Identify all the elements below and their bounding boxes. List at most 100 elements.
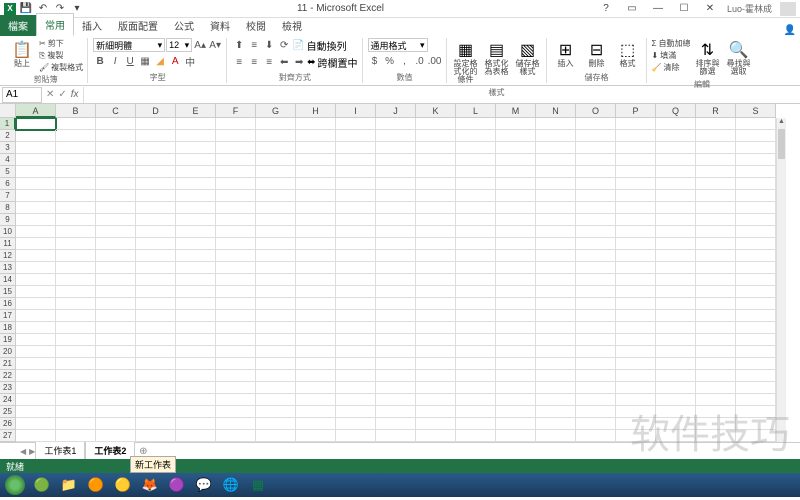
fill-color-button[interactable]: ◢ xyxy=(153,54,167,68)
cell[interactable] xyxy=(656,382,696,394)
cell[interactable] xyxy=(536,262,576,274)
cell[interactable] xyxy=(616,226,656,238)
cell[interactable] xyxy=(416,334,456,346)
currency-button[interactable]: $ xyxy=(368,54,382,68)
cell[interactable] xyxy=(576,274,616,286)
autosum-button[interactable]: Σ 自動加總 xyxy=(652,38,691,49)
fx-icon[interactable]: fx xyxy=(71,89,79,100)
cell[interactable] xyxy=(576,226,616,238)
cell[interactable] xyxy=(656,166,696,178)
cell[interactable] xyxy=(16,310,56,322)
cell[interactable] xyxy=(336,262,376,274)
wrap-text-button[interactable]: 📄 自動換列 xyxy=(292,38,346,53)
column-header[interactable]: B xyxy=(56,104,96,118)
cell[interactable] xyxy=(16,334,56,346)
cell[interactable] xyxy=(56,298,96,310)
cell[interactable] xyxy=(576,418,616,430)
cell[interactable] xyxy=(616,346,656,358)
cell[interactable] xyxy=(656,430,696,442)
cell[interactable] xyxy=(576,154,616,166)
format-painter-button[interactable]: 🖌 複製格式 xyxy=(39,62,83,73)
column-header[interactable]: C xyxy=(96,104,136,118)
cell[interactable] xyxy=(376,190,416,202)
cell[interactable] xyxy=(56,394,96,406)
cell[interactable] xyxy=(696,238,736,250)
align-bottom-button[interactable]: ⬇ xyxy=(262,38,276,52)
cell[interactable] xyxy=(576,358,616,370)
insert-cells-button[interactable]: ⊞插入 xyxy=(552,38,580,70)
row-header[interactable]: 17 xyxy=(0,310,16,322)
enter-icon[interactable]: ✓ xyxy=(58,89,66,100)
cell[interactable] xyxy=(56,118,96,130)
cell[interactable] xyxy=(576,142,616,154)
cell[interactable] xyxy=(136,334,176,346)
underline-button[interactable]: U xyxy=(123,54,137,68)
cell[interactable] xyxy=(56,334,96,346)
cell[interactable] xyxy=(256,262,296,274)
cell[interactable] xyxy=(656,250,696,262)
cell[interactable] xyxy=(296,250,336,262)
cell[interactable] xyxy=(96,310,136,322)
cell[interactable] xyxy=(256,130,296,142)
sheet-nav-prev[interactable]: ◀ xyxy=(20,447,26,456)
cell[interactable] xyxy=(456,142,496,154)
cell[interactable] xyxy=(96,202,136,214)
cell[interactable] xyxy=(136,178,176,190)
taskbar-explorer[interactable]: 📁 xyxy=(56,475,82,495)
cell[interactable] xyxy=(216,190,256,202)
orientation-button[interactable]: ⟳ xyxy=(277,38,291,52)
cell[interactable] xyxy=(376,166,416,178)
cell[interactable] xyxy=(616,430,656,442)
column-header[interactable]: E xyxy=(176,104,216,118)
cell[interactable] xyxy=(496,118,536,130)
cell[interactable] xyxy=(296,358,336,370)
cell[interactable] xyxy=(136,118,176,130)
row-header[interactable]: 23 xyxy=(0,382,16,394)
cell[interactable] xyxy=(656,310,696,322)
border-button[interactable]: ▦ xyxy=(138,54,152,68)
row-header[interactable]: 3 xyxy=(0,142,16,154)
cell[interactable] xyxy=(736,274,776,286)
cell[interactable] xyxy=(656,262,696,274)
cell[interactable] xyxy=(256,394,296,406)
select-all-corner[interactable] xyxy=(0,104,16,118)
cell[interactable] xyxy=(376,118,416,130)
cell[interactable] xyxy=(656,202,696,214)
row-header[interactable]: 22 xyxy=(0,370,16,382)
cell[interactable] xyxy=(616,166,656,178)
cell[interactable] xyxy=(376,430,416,442)
cell[interactable] xyxy=(256,358,296,370)
taskbar-app-2[interactable]: 🟡 xyxy=(110,475,136,495)
align-top-button[interactable]: ⬆ xyxy=(232,38,246,52)
italic-button[interactable]: I xyxy=(108,54,122,68)
cell[interactable] xyxy=(496,418,536,430)
tab-layout[interactable]: 版面配置 xyxy=(110,15,166,36)
cell[interactable] xyxy=(336,226,376,238)
cell[interactable] xyxy=(416,238,456,250)
cell[interactable] xyxy=(736,142,776,154)
cell[interactable] xyxy=(696,166,736,178)
cell[interactable] xyxy=(336,346,376,358)
cell[interactable] xyxy=(336,118,376,130)
cell[interactable] xyxy=(416,202,456,214)
cell[interactable] xyxy=(176,310,216,322)
cell[interactable] xyxy=(56,262,96,274)
cell[interactable] xyxy=(376,334,416,346)
cell[interactable] xyxy=(616,358,656,370)
row-header[interactable]: 19 xyxy=(0,334,16,346)
cell[interactable] xyxy=(416,214,456,226)
cell[interactable] xyxy=(736,382,776,394)
cell[interactable] xyxy=(616,142,656,154)
cell[interactable] xyxy=(176,394,216,406)
cell[interactable] xyxy=(96,142,136,154)
cell[interactable] xyxy=(456,262,496,274)
cell[interactable] xyxy=(216,154,256,166)
cell[interactable] xyxy=(96,322,136,334)
cell[interactable] xyxy=(376,214,416,226)
cell[interactable] xyxy=(416,154,456,166)
decrease-font-button[interactable]: A▾ xyxy=(208,38,222,52)
cell[interactable] xyxy=(296,334,336,346)
cell[interactable] xyxy=(576,382,616,394)
cell[interactable] xyxy=(496,358,536,370)
cell[interactable] xyxy=(456,238,496,250)
